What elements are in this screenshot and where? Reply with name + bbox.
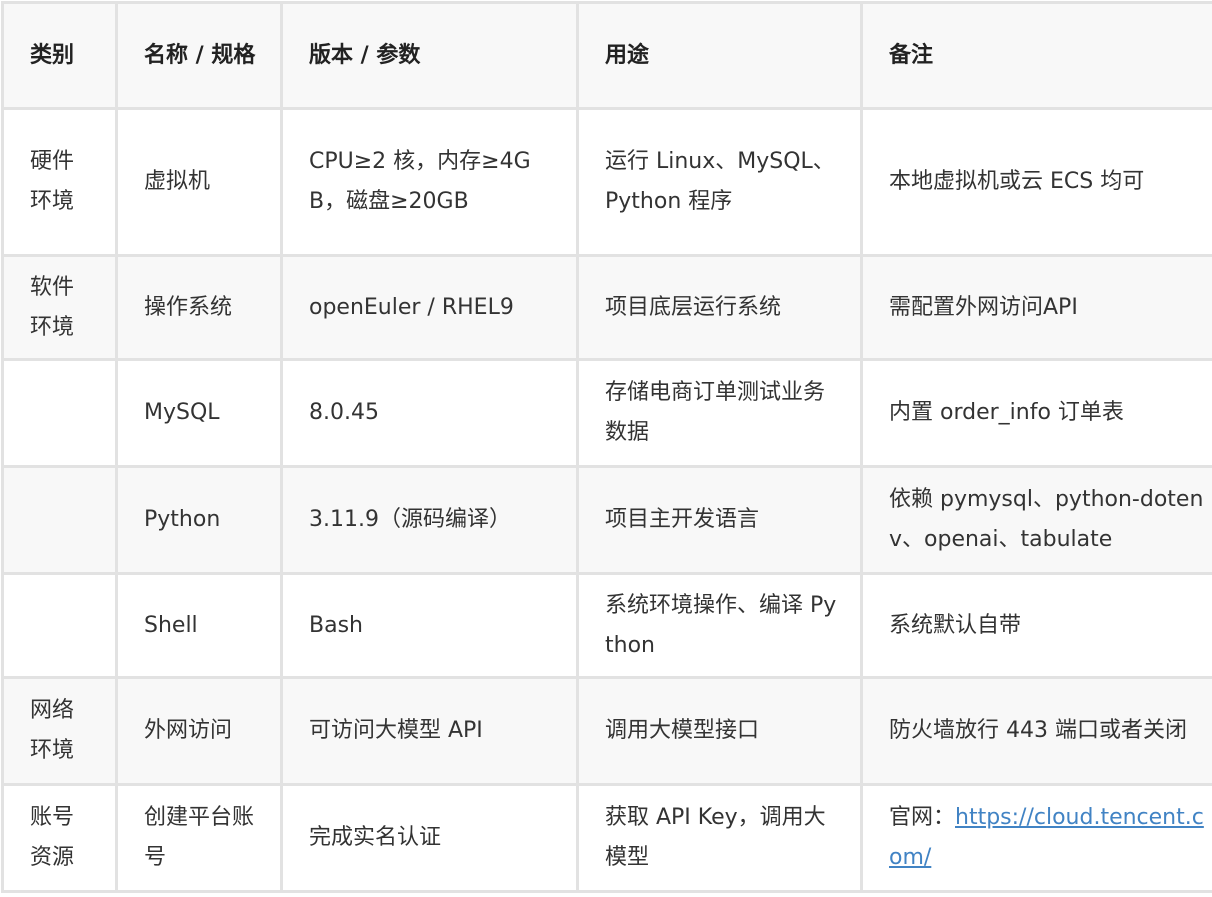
cell-category: 硬件环境: [1, 107, 118, 257]
header-version: 版本 / 参数: [280, 1, 579, 110]
environment-table: 类别 名称 / 规格 版本 / 参数 用途 备注 硬件环境 虚拟机 CPU≥2 …: [1, 1, 1212, 893]
cell-version: openEuler / RHEL9: [280, 254, 579, 361]
table-row: Python 3.11.9（源码编译） 项目主开发语言 依赖 pymysql、p…: [1, 465, 1212, 575]
cell-name: 外网访问: [115, 676, 283, 786]
cell-name: 操作系统: [115, 254, 283, 361]
cell-notes: 官网：https://cloud.tencent.com/: [860, 783, 1212, 893]
cell-name: 创建平台账号: [115, 783, 283, 893]
cell-notes: 内置 order_info 订单表: [860, 358, 1212, 468]
cell-version: 可访问大模型 API: [280, 676, 579, 786]
cell-version: 完成实名认证: [280, 783, 579, 893]
header-notes: 备注: [860, 1, 1212, 110]
cell-name: MySQL: [115, 358, 283, 468]
official-site-label: 官网：: [889, 805, 956, 830]
cell-name: Shell: [115, 572, 283, 679]
cell-name: 虚拟机: [115, 107, 283, 257]
table-row: MySQL 8.0.45 存储电商订单测试业务数据 内置 order_info …: [1, 358, 1212, 468]
header-usage: 用途: [576, 1, 863, 110]
table-row: 账号资源 创建平台账号 完成实名认证 获取 API Key，调用大模型 官网：h…: [1, 783, 1212, 893]
cell-usage: 系统环境操作、编译 Python: [576, 572, 863, 679]
cell-category: 账号资源: [1, 783, 118, 893]
table-header-row: 类别 名称 / 规格 版本 / 参数 用途 备注: [1, 1, 1212, 110]
cell-name: Python: [115, 465, 283, 575]
cell-category: [1, 358, 118, 468]
table-row: Shell Bash 系统环境操作、编译 Python 系统默认自带: [1, 572, 1212, 679]
cell-version: Bash: [280, 572, 579, 679]
cell-usage: 项目主开发语言: [576, 465, 863, 575]
cell-usage: 获取 API Key，调用大模型: [576, 783, 863, 893]
cell-version: CPU≥2 核，内存≥4GB，磁盘≥20GB: [280, 107, 579, 257]
table-row: 网络环境 外网访问 可访问大模型 API 调用大模型接口 防火墙放行 443 端…: [1, 676, 1212, 786]
cell-notes: 需配置外网访问API: [860, 254, 1212, 361]
cell-category: [1, 465, 118, 575]
cell-usage: 运行 Linux、MySQL、Python 程序: [576, 107, 863, 257]
cell-notes: 本地虚拟机或云 ECS 均可: [860, 107, 1212, 257]
header-name: 名称 / 规格: [115, 1, 283, 110]
cell-version: 3.11.9（源码编译）: [280, 465, 579, 575]
cell-notes: 依赖 pymysql、python-dotenv、openai、tabulate: [860, 465, 1212, 575]
cell-category: 软件环境: [1, 254, 118, 361]
cell-category: 网络环境: [1, 676, 118, 786]
cell-version: 8.0.45: [280, 358, 579, 468]
cell-usage: 调用大模型接口: [576, 676, 863, 786]
cell-notes: 防火墙放行 443 端口或者关闭: [860, 676, 1212, 786]
cell-category: [1, 572, 118, 679]
table-row: 硬件环境 虚拟机 CPU≥2 核，内存≥4GB，磁盘≥20GB 运行 Linux…: [1, 107, 1212, 257]
cell-notes: 系统默认自带: [860, 572, 1212, 679]
table-row: 软件环境 操作系统 openEuler / RHEL9 项目底层运行系统 需配置…: [1, 254, 1212, 361]
cell-usage: 存储电商订单测试业务数据: [576, 358, 863, 468]
header-category: 类别: [1, 1, 118, 110]
cell-usage: 项目底层运行系统: [576, 254, 863, 361]
